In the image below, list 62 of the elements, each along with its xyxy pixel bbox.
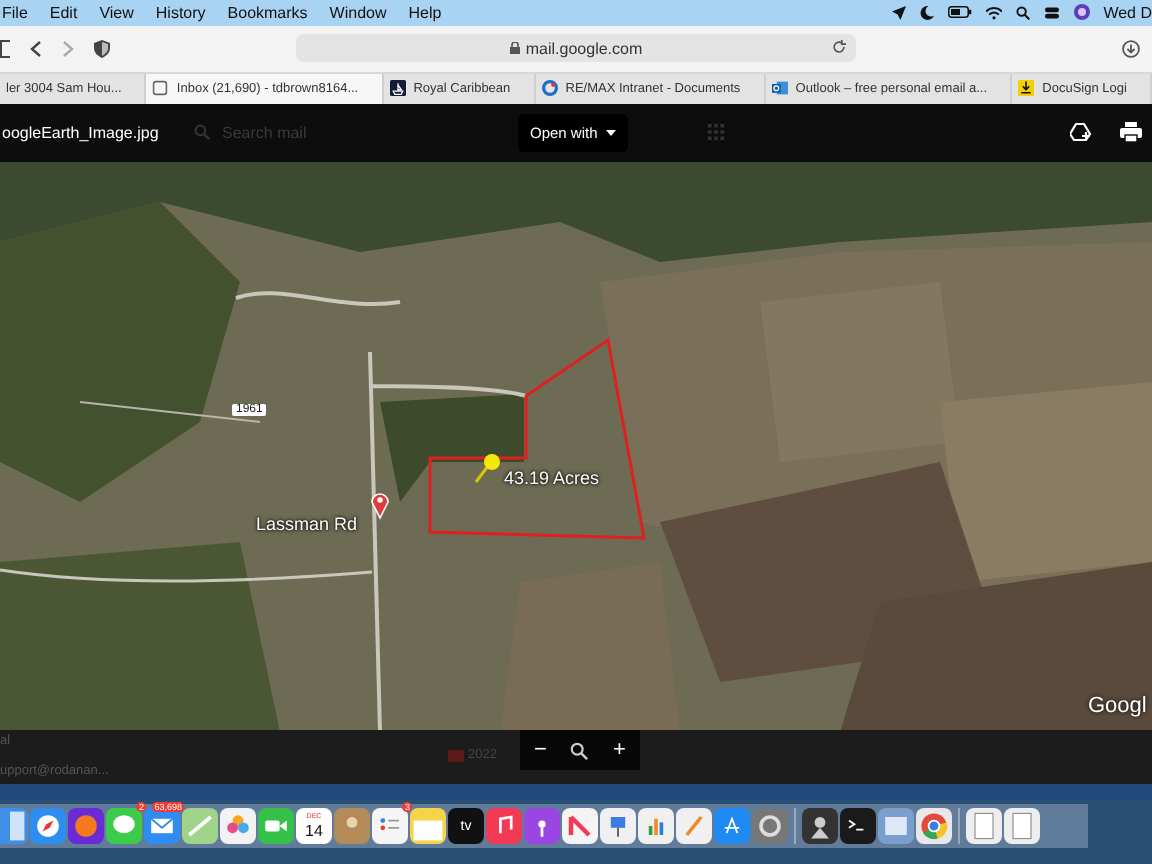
document-icon[interactable]: [1004, 808, 1040, 845]
photo-viewer-icon[interactable]: [878, 808, 914, 845]
lock-icon: [509, 42, 520, 55]
location-pin-icon[interactable]: [371, 493, 389, 519]
file-type-icon: [448, 749, 464, 762]
compass-icon[interactable]: [30, 808, 66, 845]
pushpin-icon: [474, 453, 500, 483]
location-arrow-icon[interactable]: [891, 5, 906, 20]
wifi-icon[interactable]: [985, 5, 1002, 20]
zoom-in-button[interactable]: +: [609, 738, 630, 763]
download-icon: [1018, 80, 1035, 97]
podcast-icon[interactable]: [524, 808, 560, 845]
road-label: Lassman Rd: [256, 513, 358, 534]
app-store-icon[interactable]: [714, 808, 750, 845]
flower-icon[interactable]: [220, 808, 256, 845]
zoom-icon[interactable]: [570, 741, 589, 760]
zoom-out-button[interactable]: −: [530, 738, 551, 763]
bar-chart-icon[interactable]: [638, 808, 674, 845]
download-icon[interactable]: [1122, 39, 1140, 58]
terminal-icon[interactable]: [840, 808, 876, 845]
add-to-drive-icon[interactable]: [1070, 122, 1092, 143]
file-name: oogleEarth_Image.jpg: [2, 123, 161, 142]
ring-logo-icon: [541, 80, 558, 97]
battery-icon[interactable]: [947, 6, 972, 19]
sidebar-icon[interactable]: [0, 39, 10, 58]
toggle-switches-icon[interactable]: [1043, 5, 1060, 20]
menu-item[interactable]: Edit: [49, 3, 78, 22]
menu-item[interactable]: Bookmarks: [227, 3, 308, 22]
menubar-clock[interactable]: Wed D: [1103, 3, 1152, 22]
agent-icon[interactable]: [802, 808, 838, 845]
menu-item[interactable]: View: [99, 3, 134, 22]
document-icon[interactable]: [966, 808, 1002, 845]
speech-bubble-icon[interactable]: [106, 808, 142, 845]
shield-icon[interactable]: [94, 39, 110, 58]
grid-icon: [707, 124, 724, 141]
news-icon[interactable]: [562, 808, 598, 845]
envelope-icon[interactable]: [144, 808, 180, 845]
moon-icon[interactable]: [919, 5, 934, 20]
tab-page-icon: [152, 80, 169, 97]
caret-icon: [605, 129, 616, 136]
video-camera-icon[interactable]: [258, 808, 294, 845]
menu-item[interactable]: History: [155, 3, 206, 22]
reload-icon[interactable]: [832, 40, 846, 55]
calendar-day: 14: [305, 822, 323, 841]
outlook-logo-icon: [771, 80, 788, 97]
search-icon[interactable]: [1015, 5, 1030, 20]
address-bar[interactable]: mail.google.com: [296, 34, 856, 63]
search-icon: [194, 124, 210, 141]
map-attribution: Googl: [1088, 693, 1147, 718]
menu-item[interactable]: File: [2, 3, 28, 22]
orb-icon[interactable]: [1073, 4, 1090, 21]
menu-item[interactable]: Window: [329, 3, 387, 22]
pen-icon[interactable]: [676, 808, 712, 845]
back-icon[interactable]: [30, 39, 42, 58]
menu-item[interactable]: Help: [408, 3, 442, 22]
parcel-label: 43.19 Acres: [504, 467, 600, 488]
checklist-icon[interactable]: [372, 808, 408, 845]
ship-icon: [389, 80, 406, 97]
chrome-logo-icon[interactable]: [916, 808, 952, 845]
print-icon[interactable]: [1120, 122, 1142, 143]
notepad-icon[interactable]: [410, 808, 446, 845]
podium-icon[interactable]: [600, 808, 636, 845]
